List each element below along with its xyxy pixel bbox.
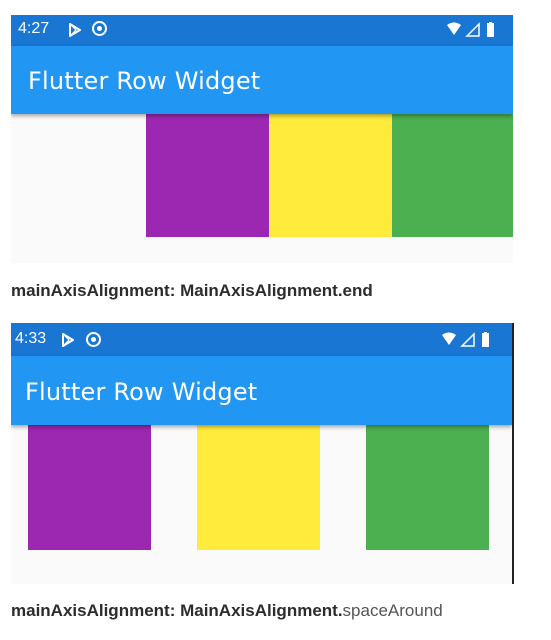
- caption-bold-text: mainAxisAlignment: MainAxisAlignment.end: [11, 281, 373, 300]
- app-title: Flutter Row Widget: [28, 67, 261, 95]
- yellow-box: [197, 425, 320, 550]
- status-icons: [445, 22, 505, 38]
- status-time: 4:27: [18, 20, 50, 37]
- sync-icon: [86, 332, 101, 347]
- caption-space-around: mainAxisAlignment: MainAxisAlignment.spa…: [11, 601, 443, 621]
- sync-icon: [92, 21, 107, 36]
- screenshot-space-around: 4:33 Flutter Row Widget: [11, 323, 514, 584]
- play-store-icon: [61, 333, 75, 352]
- screenshot-end: 4:27 Flutter Row Widget: [11, 15, 513, 263]
- caption-end: mainAxisAlignment: MainAxisAlignment.end: [11, 281, 373, 301]
- battery-icon: [487, 22, 494, 37]
- caption-bold-text: mainAxisAlignment: MainAxisAlignment.: [11, 601, 343, 620]
- status-icons: [440, 332, 500, 348]
- status-time: 4:33: [15, 330, 47, 347]
- row-container: [11, 425, 512, 584]
- status-bar: 4:27: [11, 15, 513, 46]
- battery-icon: [482, 332, 489, 347]
- yellow-box: [269, 114, 392, 237]
- green-box: [366, 425, 489, 550]
- app-bar: Flutter Row Widget: [11, 356, 512, 425]
- play-store-icon: [68, 23, 82, 42]
- row-container: [11, 114, 513, 263]
- caption-normal-text: spaceAround: [342, 601, 443, 620]
- app-title: Flutter Row Widget: [25, 378, 258, 406]
- wifi-icon: [442, 332, 456, 345]
- status-bar: 4:33: [11, 323, 512, 356]
- purple-box: [146, 114, 269, 237]
- signal-icon: [465, 22, 480, 37]
- green-box: [392, 114, 513, 237]
- wifi-icon: [447, 22, 461, 35]
- app-bar: Flutter Row Widget: [11, 46, 513, 114]
- signal-icon: [460, 332, 475, 347]
- purple-box: [28, 425, 151, 550]
